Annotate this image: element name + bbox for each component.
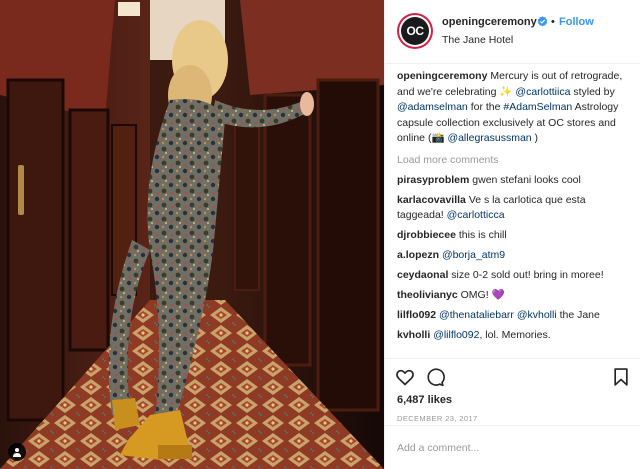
comment-item: ceydaonal size 0-2 sold out! bring in mo… [397,268,631,283]
follow-button[interactable]: Follow [559,16,594,28]
user-tag-button[interactable] [8,443,26,461]
add-comment-bar [385,425,640,469]
comment-username[interactable]: kvholli [397,329,430,341]
comment-text: size 0-2 sold out! bring in moree! [451,268,604,281]
comment-item: theolivianyc OMG! 💜 [397,288,631,303]
bookmark-icon[interactable] [611,367,631,387]
header-separator: • [551,16,555,28]
comment-item: pirasyproblem gwen stefani looks cool [397,173,631,188]
comment-text: the Jane [556,308,600,321]
avatar[interactable]: OC [397,13,433,49]
comment-username[interactable]: djrobbiecee [397,229,456,241]
caption-text: styled by [570,85,615,98]
comment-icon[interactable] [425,367,445,387]
comment-item: karlacovavilla Ve s la carlotica que est… [397,193,631,223]
caption-mention[interactable]: @adamselman [397,101,468,113]
verified-badge-icon [537,16,548,27]
header-username[interactable]: openingceremony [442,16,537,28]
comment-username[interactable]: theolivianyc [397,289,458,301]
comment-item: djrobbiecee this is chill [397,228,631,243]
caption-text: for the [467,101,504,113]
post-side-panel: OC openingceremony • Follow The Jane Hot… [384,0,640,469]
caption-mention[interactable]: @carlottiica [515,86,570,98]
caption-username[interactable]: openingceremony [397,70,487,82]
comment-mention[interactable]: @borja_atm9 [442,249,505,261]
post-date[interactable]: DECEMBER 23, 2017 [397,414,478,423]
caption-hashtag[interactable]: #AdamSelman [503,101,572,113]
comment-username[interactable]: a.lopezn [397,249,439,261]
person-icon [13,448,21,457]
post-photo[interactable] [0,0,384,469]
comment-username[interactable]: karlacovavilla [397,194,466,206]
post-image [0,0,384,469]
comment-text: OMG! 💜 [460,288,505,301]
avatar-ring: OC [399,15,431,47]
comment-username[interactable]: pirasyproblem [397,174,469,186]
location-link[interactable]: The Jane Hotel [442,34,513,46]
avatar-logo: OC [401,17,429,45]
load-more-comments-button[interactable]: Load more comments [397,153,631,168]
likes-count[interactable]: 6,487 likes [397,394,452,406]
comment-text: , lol. Memories. [479,328,551,341]
comment-item: kvholli @lilflo092, lol. Memories. [397,328,631,343]
caption-mention[interactable]: @allegrasussman [447,132,531,144]
comment-mention[interactable]: @lilflo092 [433,329,479,341]
post-header: OC openingceremony • Follow The Jane Hot… [385,0,640,64]
comments-section[interactable]: openingceremony Mercury is out of retrog… [385,64,640,358]
add-comment-input[interactable] [397,438,629,458]
comment-text: gwen stefani looks cool [472,173,581,186]
comment-mention[interactable]: @carlotticca [447,209,505,221]
post-caption: openingceremony Mercury is out of retrog… [397,69,631,147]
comment-username[interactable]: ceydaonal [397,269,448,281]
comment-item: lilflo092 @thenataliebarr @kvholli the J… [397,308,631,323]
heart-icon[interactable] [395,367,415,387]
comment-username[interactable]: lilflo092 [397,309,436,321]
comment-text: this is chill [458,228,507,241]
comment-item: a.lopezn @borja_atm9 [397,248,631,263]
instagram-post: OC openingceremony • Follow The Jane Hot… [0,0,640,469]
caption-text: ) [531,132,539,144]
comment-mention[interactable]: @thenataliebarr @kvholli [439,309,557,321]
